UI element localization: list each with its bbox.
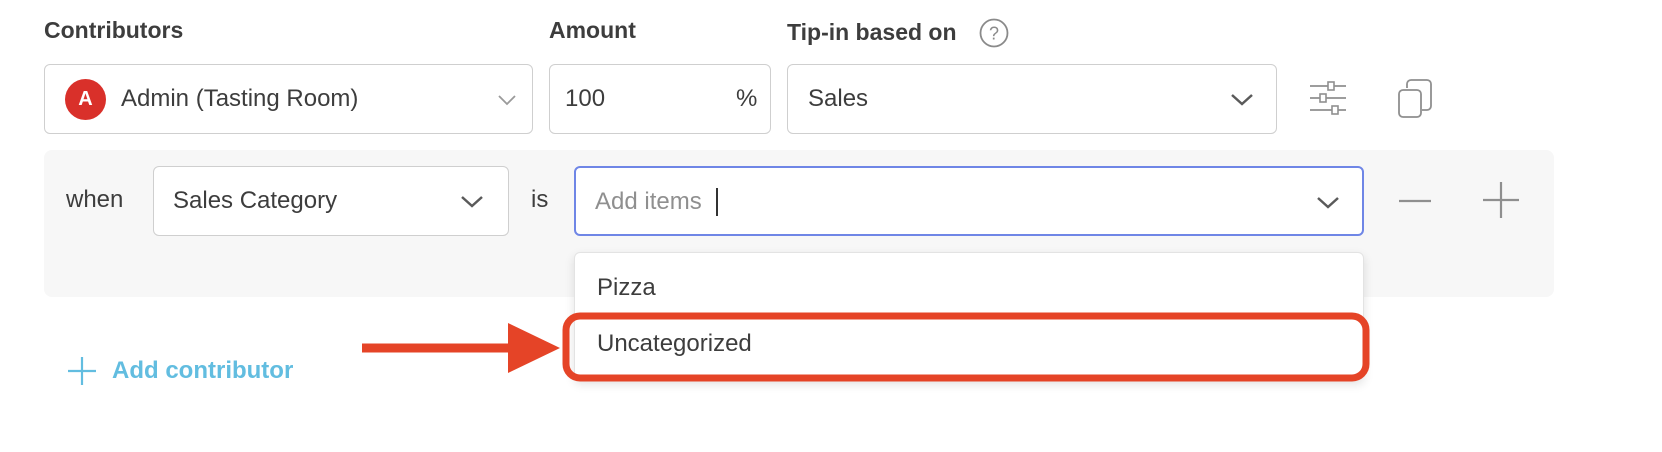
annotation-overlay <box>362 312 1370 382</box>
annotation-highlight-box <box>562 312 1370 382</box>
annotation-arrow-head <box>508 323 560 373</box>
